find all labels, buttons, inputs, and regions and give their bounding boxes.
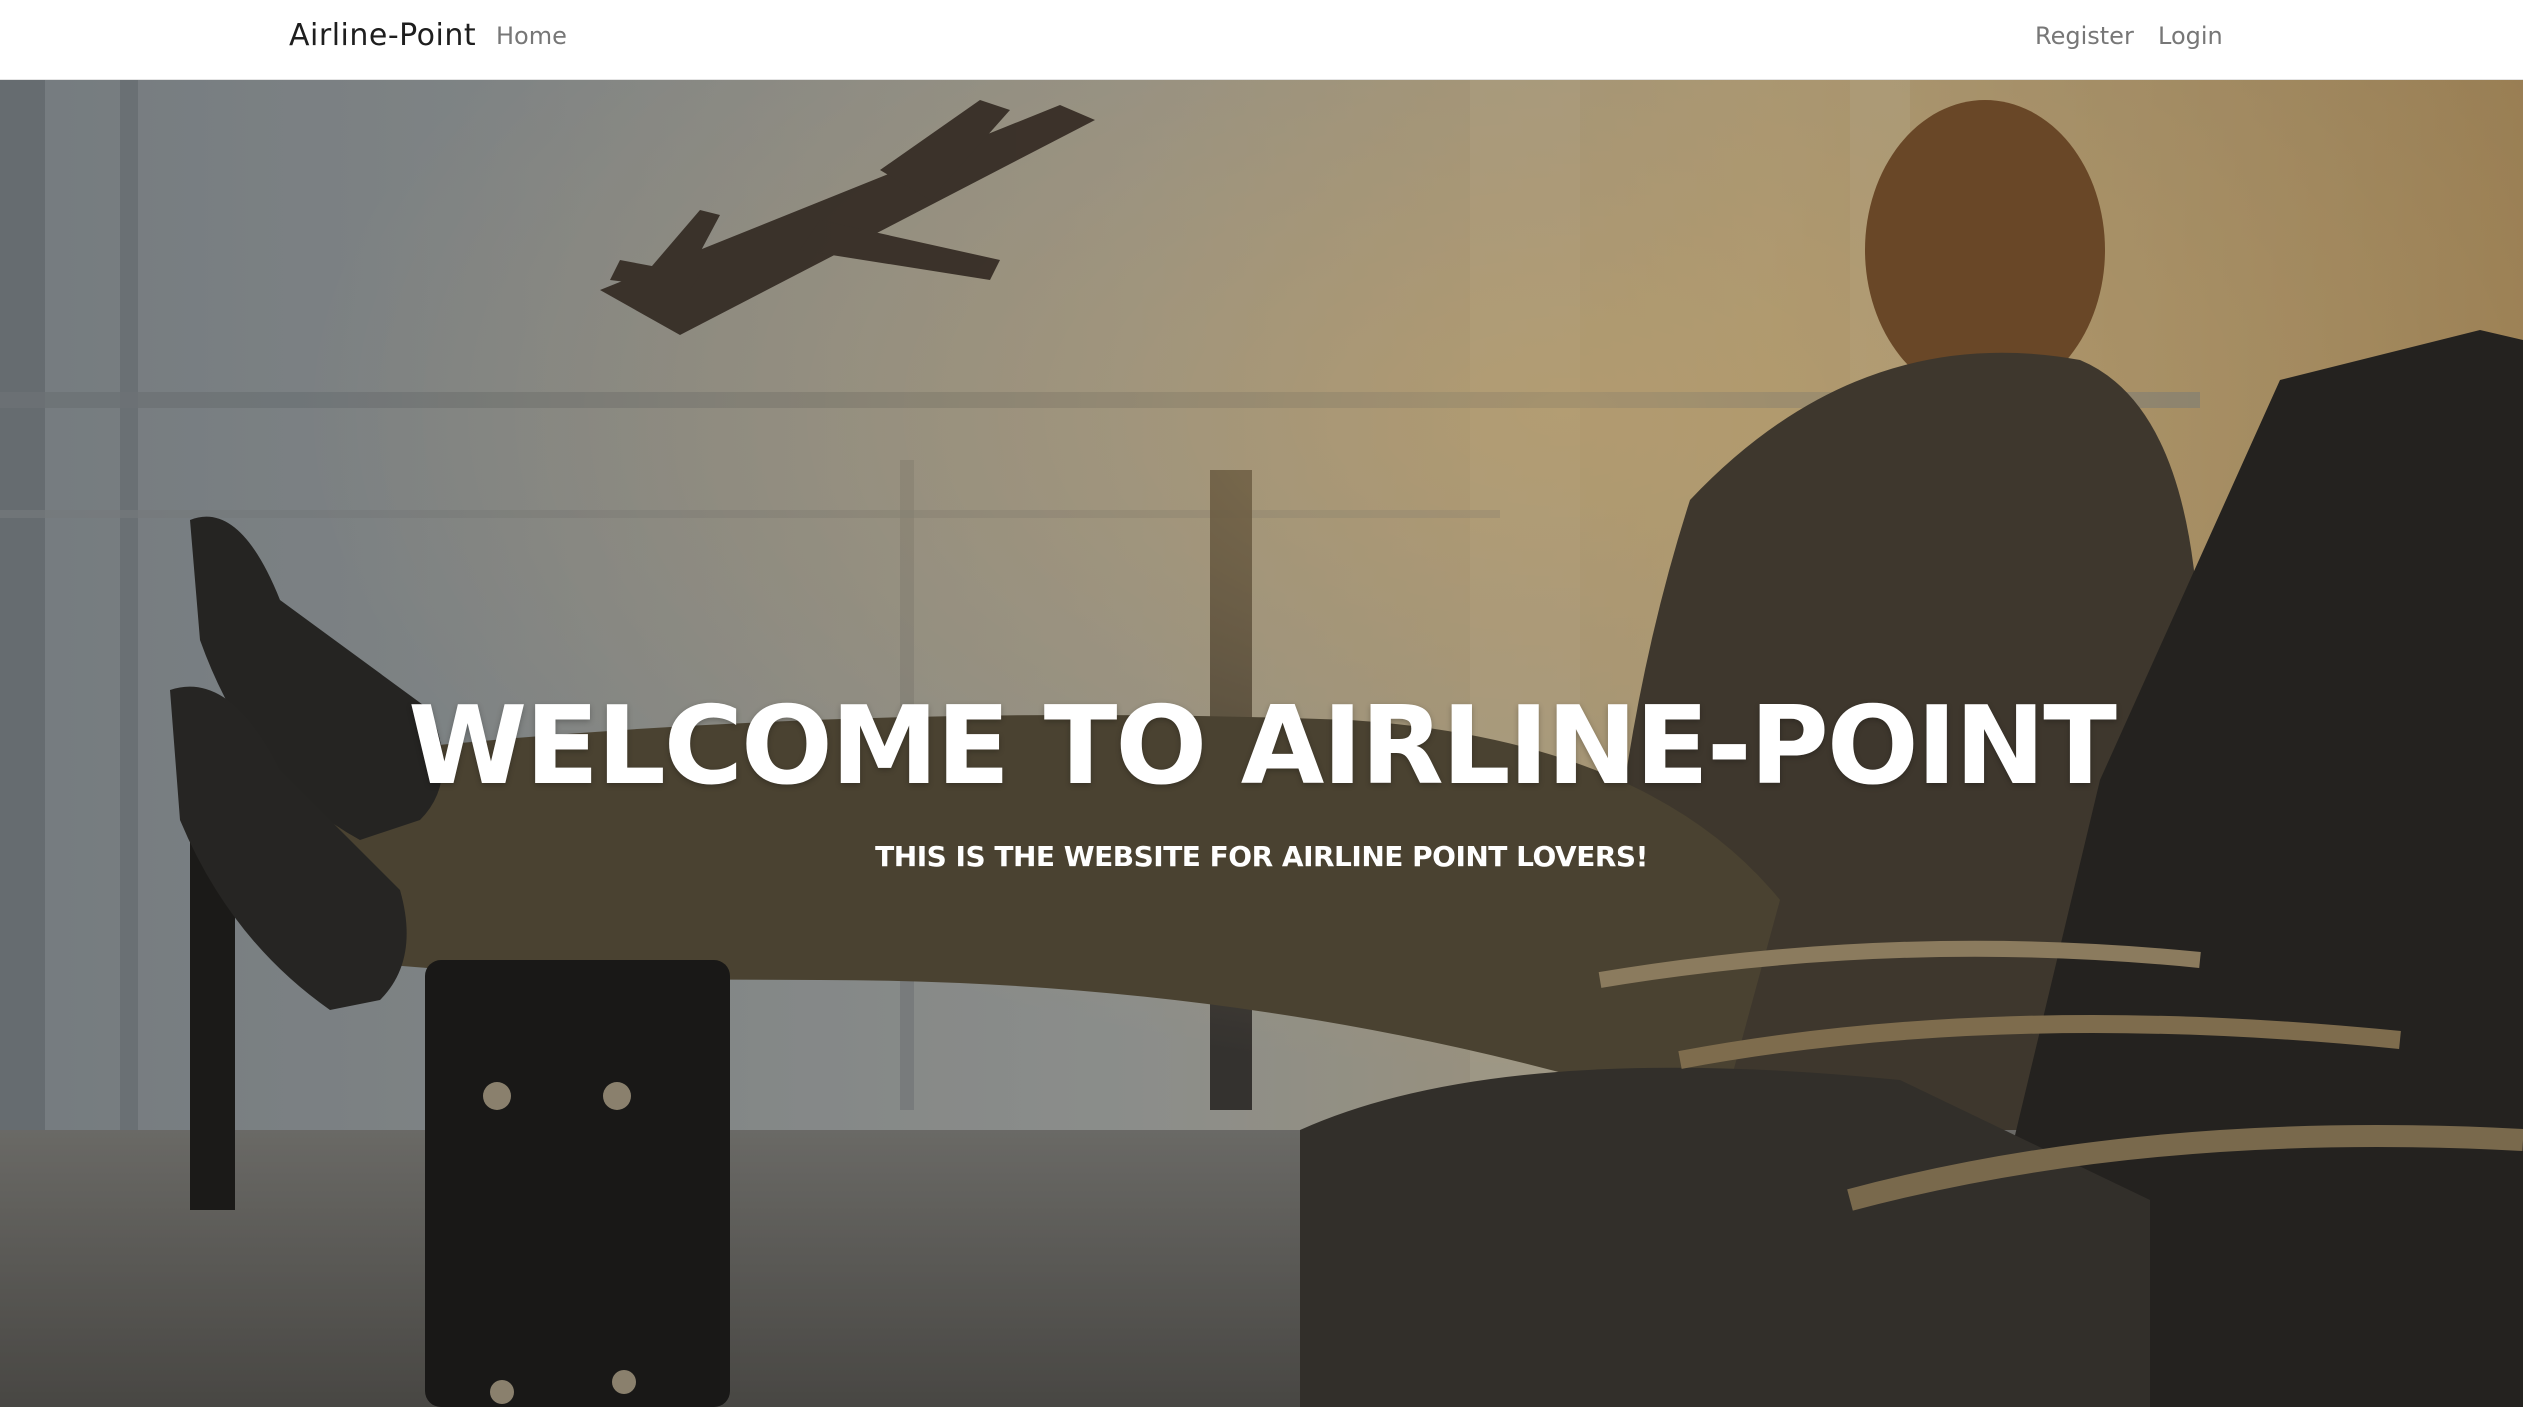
nav-link-register[interactable]: Register xyxy=(2035,22,2134,50)
nav-link-login[interactable]: Login xyxy=(2158,22,2223,50)
brand-logo-link[interactable]: Airline-Point xyxy=(289,18,476,53)
hero-section: WELCOME TO AIRLINE-POINT THIS IS THE WEB… xyxy=(0,80,2523,1407)
hero-title: WELCOME TO AIRLINE-POINT xyxy=(408,684,2117,809)
nav-link-home[interactable]: Home xyxy=(496,22,567,50)
top-navbar: Airline-Point Home Register Login xyxy=(0,0,2523,80)
hero-subtitle: THIS IS THE WEBSITE FOR AIRLINE POINT LO… xyxy=(875,840,1648,873)
